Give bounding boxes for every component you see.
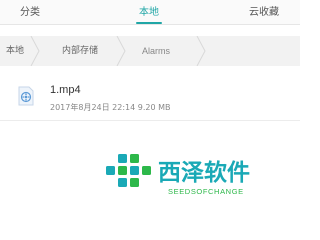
watermark-graphic: 西泽软件 SEEDSOFCHANGE (106, 154, 250, 196)
breadcrumb-item-local[interactable]: 本地 (6, 36, 24, 66)
breadcrumb-separator-icon (116, 36, 126, 66)
watermark: 西泽软件 SEEDSOFCHANGE (100, 148, 300, 200)
watermark-logo-icon (106, 154, 151, 187)
file-date: 2017年8月24日 22:14 (50, 103, 136, 112)
breadcrumb-separator-icon (196, 36, 206, 66)
tab-local[interactable]: 本地 (125, 5, 173, 21)
file-meta: 2017年8月24日 22:14 9.20 MB (50, 102, 171, 113)
breadcrumb: 本地 内部存储 Alarms (0, 36, 300, 66)
breadcrumb-separator-icon (30, 36, 40, 66)
breadcrumb-item-internal-storage[interactable]: 内部存储 (62, 36, 98, 66)
file-size: 9.20 MB (137, 103, 171, 112)
tab-cloud-favorites[interactable]: 云收藏 (234, 5, 294, 21)
video-file-icon (18, 86, 34, 106)
watermark-subtitle: SEEDSOFCHANGE (168, 187, 244, 196)
file-name: 1.mp4 (50, 84, 81, 96)
tab-bar: 分类 本地 云收藏 (0, 0, 300, 25)
tab-category[interactable]: 分类 (6, 5, 54, 21)
breadcrumb-item-alarms[interactable]: Alarms (142, 36, 170, 66)
tab-active-indicator (136, 22, 162, 24)
file-list-item[interactable]: 1.mp4 2017年8月24日 22:14 9.20 MB (0, 74, 300, 120)
row-divider (0, 120, 300, 121)
watermark-title: 西泽软件 (158, 159, 250, 186)
